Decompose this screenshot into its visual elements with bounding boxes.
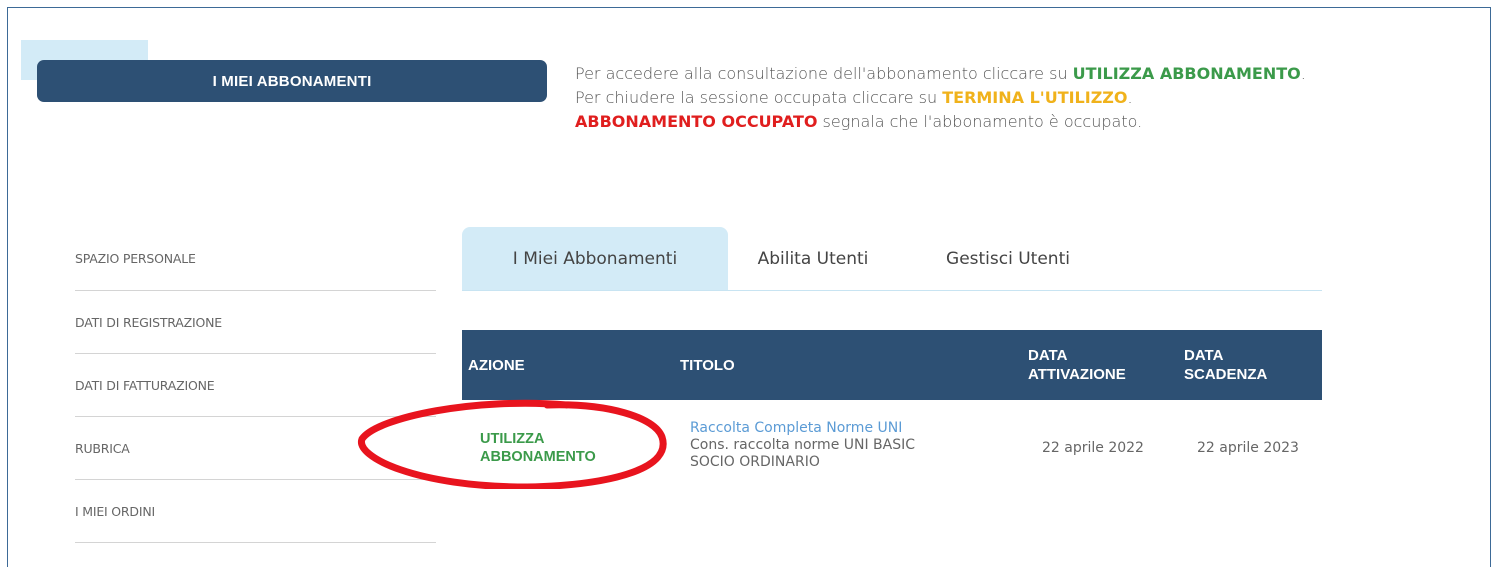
header-data-attivazione: DATA ATTIVAZIONE — [1028, 347, 1126, 383]
expiry-date: 22 aprile 2023 — [1197, 440, 1299, 456]
instruction-line-terminate: Per chiudere la sessione occupata clicca… — [575, 88, 1133, 107]
sidebar-item-dati-registrazione[interactable]: DATI DI REGISTRAZIONE — [75, 291, 436, 354]
highlight-terminate-use: TERMINA L'UTILIZZO — [942, 88, 1128, 107]
red-circle-annotation — [358, 399, 667, 489]
header-title: I MIEI ABBONAMENTI — [212, 72, 372, 90]
subscription-title-membership: SOCIO ORDINARIO — [690, 454, 820, 470]
header-azione: AZIONE — [468, 357, 525, 374]
sidebar-item-spazio-personale[interactable]: SPAZIO PERSONALE — [75, 227, 436, 291]
tab-bar: I Miei Abbonamenti Abilita Utenti Gestis… — [462, 227, 1322, 291]
instruction-line-occupied: ABBONAMENTO OCCUPATO segnala che l'abbon… — [575, 112, 1143, 131]
sidebar-item-miei-ordini[interactable]: I MIEI ORDINI — [75, 480, 436, 543]
header-data-scadenza: DATA SCADENZA — [1184, 347, 1268, 383]
tab-gestisci-utenti[interactable]: Gestisci Utenti — [928, 227, 1088, 290]
instruction-line-use: Per accedere alla consultazione dell'abb… — [575, 64, 1306, 83]
subscription-title: Raccolta Completa Norme UNI Cons. raccol… — [690, 420, 915, 471]
table-header: AZIONE TITOLO DATA ATTIVAZIONE DATA SCAD… — [462, 330, 1322, 400]
activation-date: 22 aprile 2022 — [1042, 440, 1144, 456]
tab-abilita-utenti[interactable]: Abilita Utenti — [738, 227, 888, 290]
instructions: Per accedere alla consultazione dell'abb… — [575, 62, 1335, 134]
highlight-use-subscription: UTILIZZA ABBONAMENTO — [1072, 64, 1301, 83]
header-titolo: TITOLO — [680, 357, 735, 374]
sidebar-nav: SPAZIO PERSONALE DATI DI REGISTRAZIONE D… — [75, 227, 436, 543]
my-subscriptions-header: I MIEI ABBONAMENTI — [37, 60, 547, 102]
subscription-title-link[interactable]: Raccolta Completa Norme UNI — [690, 420, 915, 437]
subscription-title-detail: Cons. raccolta norme UNI BASIC — [690, 437, 916, 453]
tab-miei-abbonamenti[interactable]: I Miei Abbonamenti — [462, 227, 728, 290]
highlight-subscription-occupied: ABBONAMENTO OCCUPATO — [575, 112, 818, 131]
